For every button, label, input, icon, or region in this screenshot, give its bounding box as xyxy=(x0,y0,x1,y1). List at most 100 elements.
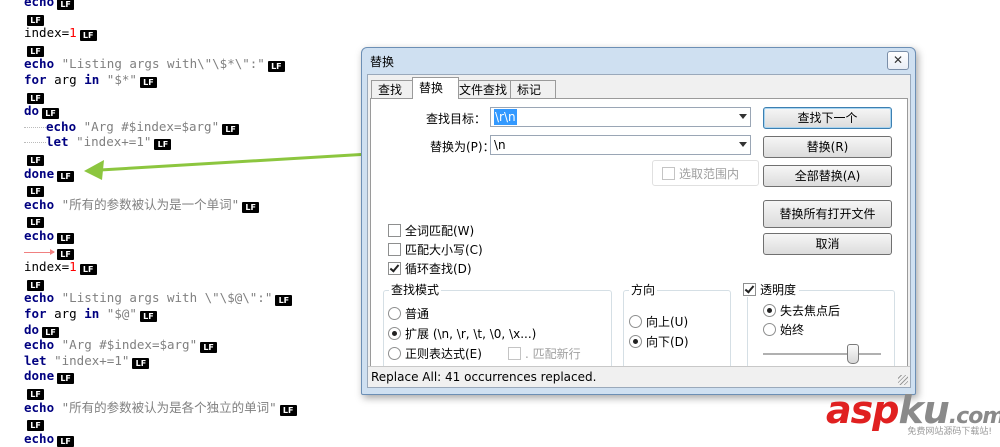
chevron-down-icon[interactable] xyxy=(739,114,747,119)
code-token: echo xyxy=(24,228,55,243)
dot-newline-checkbox[interactable]: . 匹配新行 xyxy=(508,347,581,361)
eol-marker: LF xyxy=(57,248,74,260)
code-line: echo LF xyxy=(24,0,75,10)
code-token: in xyxy=(84,72,107,87)
match-case-checkbox[interactable]: 匹配大小写(C) xyxy=(388,243,483,257)
code-line: echo "Arg #$index=$arg" LF xyxy=(24,119,240,135)
resize-grip-icon[interactable] xyxy=(898,375,908,385)
find-next-button[interactable]: 查找下一个 xyxy=(763,107,892,129)
always-label: 始终 xyxy=(780,323,805,337)
replace-input[interactable]: \n xyxy=(494,137,506,153)
checkbox-box xyxy=(388,224,401,237)
code-token: arg xyxy=(54,72,85,87)
eol-marker: LF xyxy=(42,108,60,120)
code-line: echo LF xyxy=(24,228,75,244)
eol-marker: LF xyxy=(267,61,285,73)
eol-marker: LF xyxy=(57,435,75,447)
eol-marker: LF xyxy=(200,342,218,354)
find-label: 查找目标： xyxy=(426,112,487,126)
code-line: LF xyxy=(24,10,44,26)
radio-dot xyxy=(629,335,642,348)
code-line: LF xyxy=(24,181,44,198)
replace-all-button[interactable]: 全部替换(A) xyxy=(763,165,892,187)
close-button[interactable]: ✕ xyxy=(887,51,909,70)
code-line: let "index+=1" LF xyxy=(24,352,150,369)
code-line: echo "Arg #$index=$arg" LF xyxy=(24,337,218,354)
in-selection-checkbox[interactable]: 选取范围内 xyxy=(662,167,739,181)
code-token: index= xyxy=(24,259,70,275)
mode-regex-radio[interactable]: 正则表达式(E) xyxy=(388,347,482,361)
eol-marker: LF xyxy=(242,201,260,213)
tab-mark[interactable]: 标记 xyxy=(510,80,556,99)
code-line: LF xyxy=(24,150,44,166)
code-token: "$*" xyxy=(106,72,137,87)
eol-marker: LF xyxy=(27,279,44,291)
replace-label: 替换为(P)： xyxy=(430,140,495,154)
direction-up-radio[interactable]: 向上(U) xyxy=(629,315,688,329)
direction-title: 方向 xyxy=(629,283,658,297)
radio-dot xyxy=(388,327,401,340)
mode-normal-radio[interactable]: 普通 xyxy=(388,307,429,321)
checkbox-box xyxy=(388,262,401,275)
code-token: "index+=1" xyxy=(76,134,152,150)
dialog-client: 查找 替换 文件查找 标记 查找目标： \r\n 替换为(P)： \n 选取范围… xyxy=(367,74,911,388)
eol-marker: LF xyxy=(42,326,60,338)
status-message: Replace All: 41 occurrences replaced. xyxy=(371,370,597,384)
tab-replace[interactable]: 替换 xyxy=(412,77,459,99)
code-token: do xyxy=(24,103,40,119)
search-mode-title: 查找模式 xyxy=(389,283,442,297)
code-token: echo xyxy=(24,0,55,9)
wrap-around-checkbox[interactable]: 循环查找(D) xyxy=(388,262,472,276)
code-token: 1 xyxy=(69,259,77,275)
status-bar: Replace All: 41 occurrences replaced. xyxy=(368,366,910,387)
code-token: let xyxy=(46,134,77,150)
transparency-on-lose-focus-radio[interactable]: 失去焦点后 xyxy=(763,304,840,318)
dialog-title: 替换 xyxy=(370,55,395,69)
transparency-label: 透明度 xyxy=(760,283,797,297)
code-line: echo "Listing args with \"\$@\":" LF xyxy=(24,290,293,307)
eol-marker: LF xyxy=(275,295,293,307)
find-combobox[interactable]: \r\n xyxy=(490,107,751,127)
dot-newline-label: . 匹配新行 xyxy=(525,347,581,361)
eol-marker: LF xyxy=(132,357,150,369)
code-line: LF xyxy=(24,415,44,432)
code-line: index=1 LF xyxy=(24,25,97,42)
eol-marker: LF xyxy=(27,14,44,26)
transparency-slider-thumb[interactable] xyxy=(847,344,859,364)
replace-button[interactable]: 替换(R) xyxy=(763,136,892,158)
cancel-button[interactable]: 取消 xyxy=(763,233,892,255)
code-token: echo xyxy=(24,196,62,212)
code-token: echo xyxy=(24,337,62,353)
radio-dot xyxy=(629,315,642,328)
replace-combobox[interactable]: \n xyxy=(490,135,751,155)
radio-dot xyxy=(388,347,401,360)
replace-panel: 查找目标： \r\n 替换为(P)： \n 选取范围内 查找下一个 替换(R) … xyxy=(370,98,908,383)
code-line: echo "Listing args with\"\$*\":" LF xyxy=(24,56,285,73)
indent-guide xyxy=(24,126,46,128)
eol-marker: LF xyxy=(139,311,157,322)
code-token: let xyxy=(24,352,55,368)
transparency-always-radio[interactable]: 始终 xyxy=(763,323,804,337)
transparency-slider-track[interactable] xyxy=(763,353,881,356)
dialog-titlebar[interactable]: 替换 ✕ xyxy=(362,48,915,74)
eol-marker: LF xyxy=(27,420,44,432)
eol-marker: LF xyxy=(57,373,75,385)
eol-marker: LF xyxy=(27,155,44,166)
eol-marker: LF xyxy=(57,0,75,10)
transparency-checkbox[interactable]: 透明度 xyxy=(743,283,800,297)
checkbox-box xyxy=(743,283,756,296)
indent-guide xyxy=(24,142,46,144)
find-input[interactable]: \r\n xyxy=(494,109,517,125)
replace-all-open-files-button[interactable]: 替换所有打开文件 xyxy=(763,200,892,228)
direction-down-radio[interactable]: 向下(D) xyxy=(629,335,689,349)
eol-marker: LF xyxy=(27,92,44,104)
chevron-down-icon[interactable] xyxy=(739,142,747,147)
tab-find[interactable]: 查找 xyxy=(371,80,417,99)
eol-marker: LF xyxy=(139,77,157,88)
code-line: echo "所有的参数被认为是各个独立的单词" LF xyxy=(24,400,297,416)
mode-extended-radio[interactable]: 扩展 (\n, \r, \t, \0, \x...) xyxy=(388,327,536,341)
whole-word-checkbox[interactable]: 全词匹配(W) xyxy=(388,224,474,238)
mode-extended-label: 扩展 (\n, \r, \t, \0, \x...) xyxy=(405,327,537,341)
tab-marker-icon xyxy=(24,248,55,255)
checkbox-box xyxy=(662,167,675,180)
